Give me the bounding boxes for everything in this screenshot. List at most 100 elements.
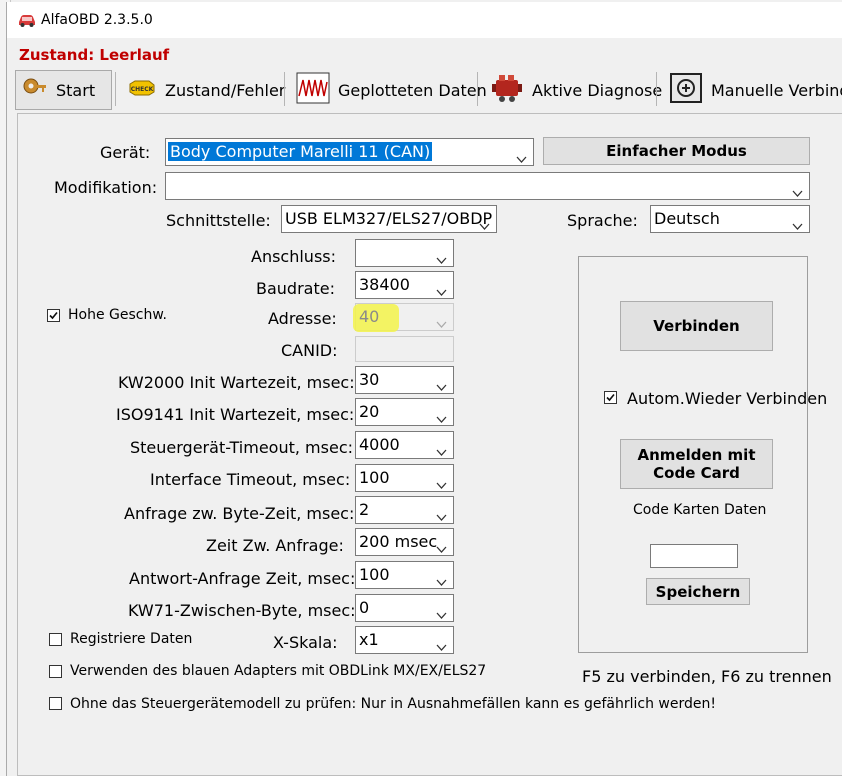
kw2000-label: KW2000 Init Wartezeit, msec: xyxy=(118,373,355,392)
tab-manuelle-verbindung-label: Manuelle Verbindu xyxy=(711,80,842,100)
tab-divider xyxy=(115,72,116,106)
einfacher-modus-button[interactable]: Einfacher Modus xyxy=(543,137,810,165)
registriere-daten-label: Registriere Daten xyxy=(70,631,193,647)
schnittstelle-value: USB ELM327/ELS27/OBDP xyxy=(285,209,493,228)
modifikation-label: Modifikation: xyxy=(54,178,158,197)
adresse-value: 40 xyxy=(359,307,380,326)
auto-reconnect-checkbox[interactable] xyxy=(604,391,617,404)
check-engine-icon: CHECK xyxy=(127,78,157,102)
steuergeraet-timeout-label: Steuergerät-Timeout, msec: xyxy=(130,438,353,457)
manual-connection-icon xyxy=(669,72,703,108)
antwort-zeit-value: 100 xyxy=(359,565,390,584)
tab-start[interactable]: Start xyxy=(15,70,112,110)
hohe-geschw-label: Hohe Geschw. xyxy=(68,307,167,323)
code-card-input[interactable] xyxy=(650,544,738,568)
kw71-select[interactable]: 0 xyxy=(355,594,454,622)
tab-divider xyxy=(656,72,657,106)
geraet-select[interactable]: Body Computer Marelli 11 (CAN) xyxy=(165,138,534,166)
interface-timeout-select[interactable]: 100 xyxy=(355,464,454,492)
key-icon xyxy=(22,75,48,105)
anschluss-label: Anschluss: xyxy=(251,247,337,266)
x-skala-select[interactable]: x1 xyxy=(355,626,454,654)
tab-zustand-fehler-label: Zustand/Fehler xyxy=(165,80,286,100)
iso9141-value: 20 xyxy=(359,402,380,421)
zeit-anfrage-label: Zeit Zw. Anfrage: xyxy=(206,536,344,555)
window-title: AlfaOBD 2.3.5.0 xyxy=(41,12,153,28)
tab-aktive-diagnose[interactable]: Aktive Diagnose xyxy=(484,70,662,110)
x-skala-value: x1 xyxy=(359,630,379,649)
tab-start-label: Start xyxy=(56,80,96,100)
modifikation-select[interactable] xyxy=(165,172,810,200)
iso9141-select[interactable]: 20 xyxy=(355,398,454,426)
zeit-anfrage-select[interactable]: 200 msec xyxy=(355,528,454,556)
code-karten-daten-label: Code Karten Daten xyxy=(633,502,767,518)
steuergeraet-timeout-select[interactable]: 4000 xyxy=(355,431,454,459)
sprache-select[interactable]: Deutsch xyxy=(650,205,810,233)
shortcut-hint: F5 zu verbinden, F6 zu trennen xyxy=(582,667,832,686)
chevron-down-icon xyxy=(516,148,527,167)
chevron-down-icon xyxy=(436,538,447,557)
baudrate-label: Baudrate: xyxy=(256,279,335,298)
speichern-button[interactable]: Speichern xyxy=(646,578,750,605)
tab-geplotteten-daten-label: Geplotteten Daten xyxy=(338,80,487,100)
auto-reconnect-label: Autom.Wieder Verbinden xyxy=(627,389,828,408)
verbinden-button[interactable]: Verbinden xyxy=(620,301,773,351)
tab-zustand-fehler[interactable]: CHECK Zustand/Fehler xyxy=(121,70,285,110)
byte-zeit-select[interactable]: 2 xyxy=(355,496,454,524)
byte-zeit-value: 2 xyxy=(359,500,370,519)
hohe-geschw-checkbox[interactable] xyxy=(47,309,60,322)
chevron-down-icon xyxy=(792,215,803,234)
blue-adapter-checkbox[interactable] xyxy=(49,665,62,678)
zeit-anfrage-value: 200 msec xyxy=(359,532,438,551)
chevron-down-icon xyxy=(479,215,490,234)
chevron-down-icon xyxy=(436,281,447,300)
sprache-value: Deutsch xyxy=(654,209,720,228)
chevron-down-icon xyxy=(436,249,447,268)
interface-timeout-label: Interface Timeout, msec: xyxy=(150,470,351,489)
x-skala-label: X-Skala: xyxy=(273,633,338,652)
chevron-down-icon xyxy=(436,474,447,493)
no-model-check-label: Ohne das Steuergerätemodell zu prüfen: N… xyxy=(70,696,716,712)
baudrate-select[interactable]: 38400 xyxy=(355,271,454,299)
svg-text:CHECK: CHECK xyxy=(131,86,154,93)
kw71-value: 0 xyxy=(359,598,370,617)
checkmark-icon xyxy=(606,393,615,402)
antwort-zeit-label: Antwort-Anfrage Zeit, msec: xyxy=(129,569,356,588)
kw2000-select[interactable]: 30 xyxy=(355,366,454,394)
kw71-label: KW71-Zwischen-Byte, msec: xyxy=(128,601,356,620)
no-model-check-checkbox[interactable] xyxy=(49,697,62,710)
code-card-label-line2: Code Card xyxy=(653,464,740,482)
chevron-down-icon xyxy=(436,636,447,655)
tab-divider xyxy=(284,72,285,106)
geraet-value: Body Computer Marelli 11 (CAN) xyxy=(168,142,433,161)
registriere-daten-checkbox[interactable] xyxy=(49,633,62,646)
sprache-label: Sprache: xyxy=(567,211,638,230)
tab-manuelle-verbindung[interactable]: Manuelle Verbindu xyxy=(663,70,842,110)
schnittstelle-label: Schnittstelle: xyxy=(166,211,271,230)
antwort-zeit-select[interactable]: 100 xyxy=(355,561,454,589)
canid-label: CANID: xyxy=(281,341,338,360)
geraet-label: Gerät: xyxy=(100,143,151,162)
interface-timeout-value: 100 xyxy=(359,468,390,487)
tab-divider xyxy=(477,72,478,106)
canid-field[interactable] xyxy=(355,336,454,362)
checkmark-icon xyxy=(49,311,58,320)
chevron-down-icon xyxy=(436,376,447,395)
chevron-down-icon xyxy=(436,571,447,590)
iso9141-label: ISO9141 Init Wartezeit, msec: xyxy=(116,405,355,424)
chevron-down-icon xyxy=(436,441,447,460)
status-text: Zustand: Leerlauf xyxy=(19,46,170,64)
engine-icon xyxy=(490,72,524,108)
waveform-icon xyxy=(296,72,330,108)
anschluss-select[interactable] xyxy=(355,239,454,267)
steuergeraet-timeout-value: 4000 xyxy=(359,435,400,454)
tab-geplotteten-daten[interactable]: Geplotteten Daten xyxy=(290,70,487,110)
adresse-label: Adresse: xyxy=(268,309,337,328)
code-card-button[interactable]: Anmelden mit Code Card xyxy=(620,439,773,489)
adresse-select[interactable]: 40 xyxy=(353,303,454,332)
chevron-down-icon xyxy=(436,408,447,427)
tab-aktive-diagnose-label: Aktive Diagnose xyxy=(532,80,663,100)
car-app-icon xyxy=(17,12,37,32)
schnittstelle-select[interactable]: USB ELM327/ELS27/OBDP xyxy=(281,205,497,233)
byte-zeit-label: Anfrage zw. Byte-Zeit, msec: xyxy=(124,504,355,523)
